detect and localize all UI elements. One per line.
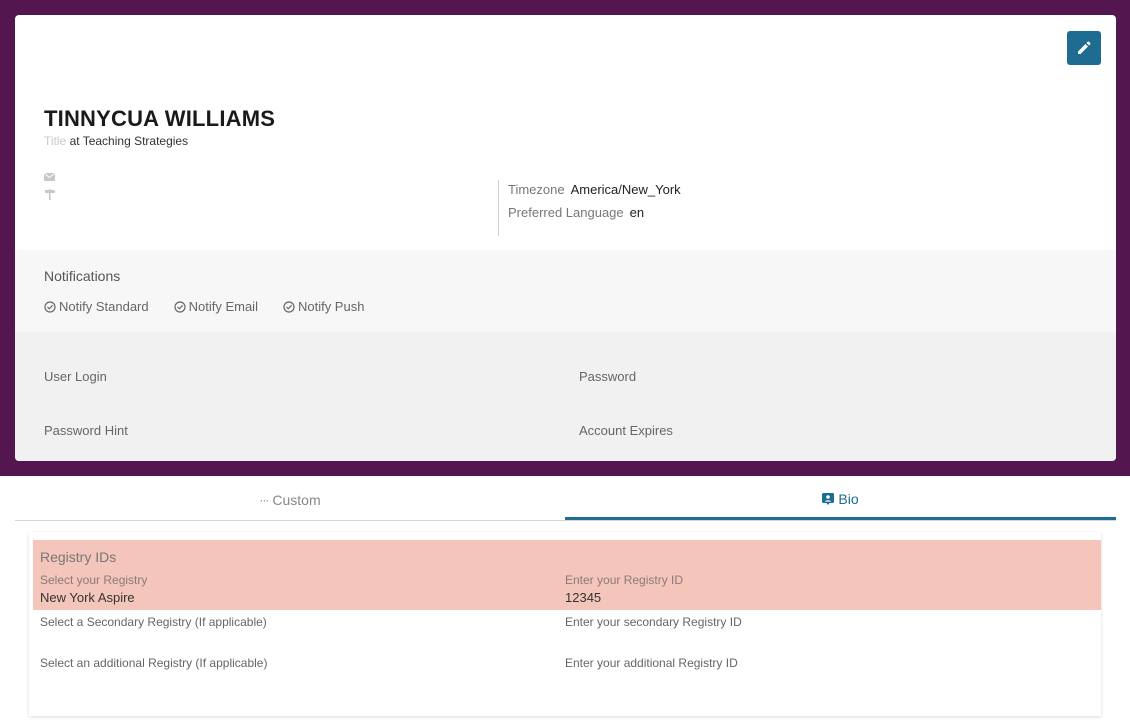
user-login-label: User Login	[44, 369, 107, 384]
language-value: en	[629, 205, 645, 220]
check-circle-icon	[283, 300, 295, 313]
secondary-registry-id-field[interactable]: Enter your secondary Registry ID	[565, 615, 742, 629]
tab-custom-label: Custom	[272, 491, 321, 508]
profile-subtitle: Title at Teaching Strategies	[44, 134, 188, 148]
id-badge-icon	[822, 492, 835, 505]
pencil-icon	[1078, 41, 1091, 54]
envelope-icon	[43, 168, 56, 186]
language-row: Preferred Language en	[508, 204, 681, 226]
tab-bio-label: Bio	[838, 490, 859, 507]
edit-button[interactable]	[1067, 31, 1101, 65]
notify-standard-toggle[interactable]: Notify Standard	[44, 299, 149, 314]
registry-title: Registry IDs	[40, 549, 117, 565]
ellipsis-icon: ···	[259, 492, 269, 507]
signpost-icon	[44, 187, 56, 205]
company-name: at Teaching Strategies	[69, 134, 189, 148]
language-label: Preferred Language	[508, 205, 624, 220]
locale-info: Timezone America/New_York Preferred Langu…	[498, 180, 681, 236]
registry-primary-row: Registry IDs Select your Registry New Yo…	[33, 540, 1101, 610]
profile-card: TINNYCUA WILLIAMS Title at Teaching Stra…	[15, 15, 1116, 461]
primary-registry-select[interactable]: New York Aspire	[40, 590, 135, 605]
notify-email-label: Notify Email	[188, 299, 258, 314]
password-label: Password	[579, 369, 637, 384]
notify-standard-label: Notify Standard	[59, 299, 149, 314]
additional-registry-select[interactable]: Select an additional Registry (If applic…	[40, 656, 267, 670]
secondary-registry-select[interactable]: Select a Secondary Registry (If applicab…	[40, 615, 267, 629]
notifications-section: Notifications Notify Standard Notify Ema…	[15, 250, 1116, 332]
title-placeholder: Title	[44, 134, 67, 148]
registry-panel: Registry IDs Select your Registry New Yo…	[29, 532, 1101, 716]
check-circle-icon	[44, 300, 56, 313]
password-hint-label: Password Hint	[44, 423, 128, 438]
notify-email-toggle[interactable]: Notify Email	[174, 299, 258, 314]
check-circle-icon	[174, 300, 186, 313]
timezone-row: Timezone America/New_York	[508, 181, 681, 203]
tab-bio[interactable]: Bio	[565, 480, 1116, 520]
profile-tabs: ··· Custom Bio	[15, 480, 1116, 521]
notifications-list: Notify Standard Notify Email Notify Push	[44, 299, 389, 314]
timezone-label: Timezone	[508, 182, 565, 197]
account-expires-label: Account Expires	[579, 423, 673, 438]
profile-name: TINNYCUA WILLIAMS	[44, 106, 276, 131]
primary-registry-label: Select your Registry	[40, 573, 148, 587]
notifications-title: Notifications	[44, 268, 121, 284]
tab-custom[interactable]: ··· Custom	[15, 480, 565, 519]
notify-push-toggle[interactable]: Notify Push	[283, 299, 364, 314]
primary-registry-id-label: Enter your Registry ID	[565, 573, 684, 587]
login-section: User Login Password Password Hint Accoun…	[15, 332, 1116, 461]
notify-push-label: Notify Push	[297, 299, 365, 314]
timezone-value: America/New_York	[570, 182, 681, 197]
primary-registry-id-field[interactable]: 12345	[565, 590, 601, 605]
additional-registry-id-field[interactable]: Enter your additional Registry ID	[565, 656, 738, 670]
